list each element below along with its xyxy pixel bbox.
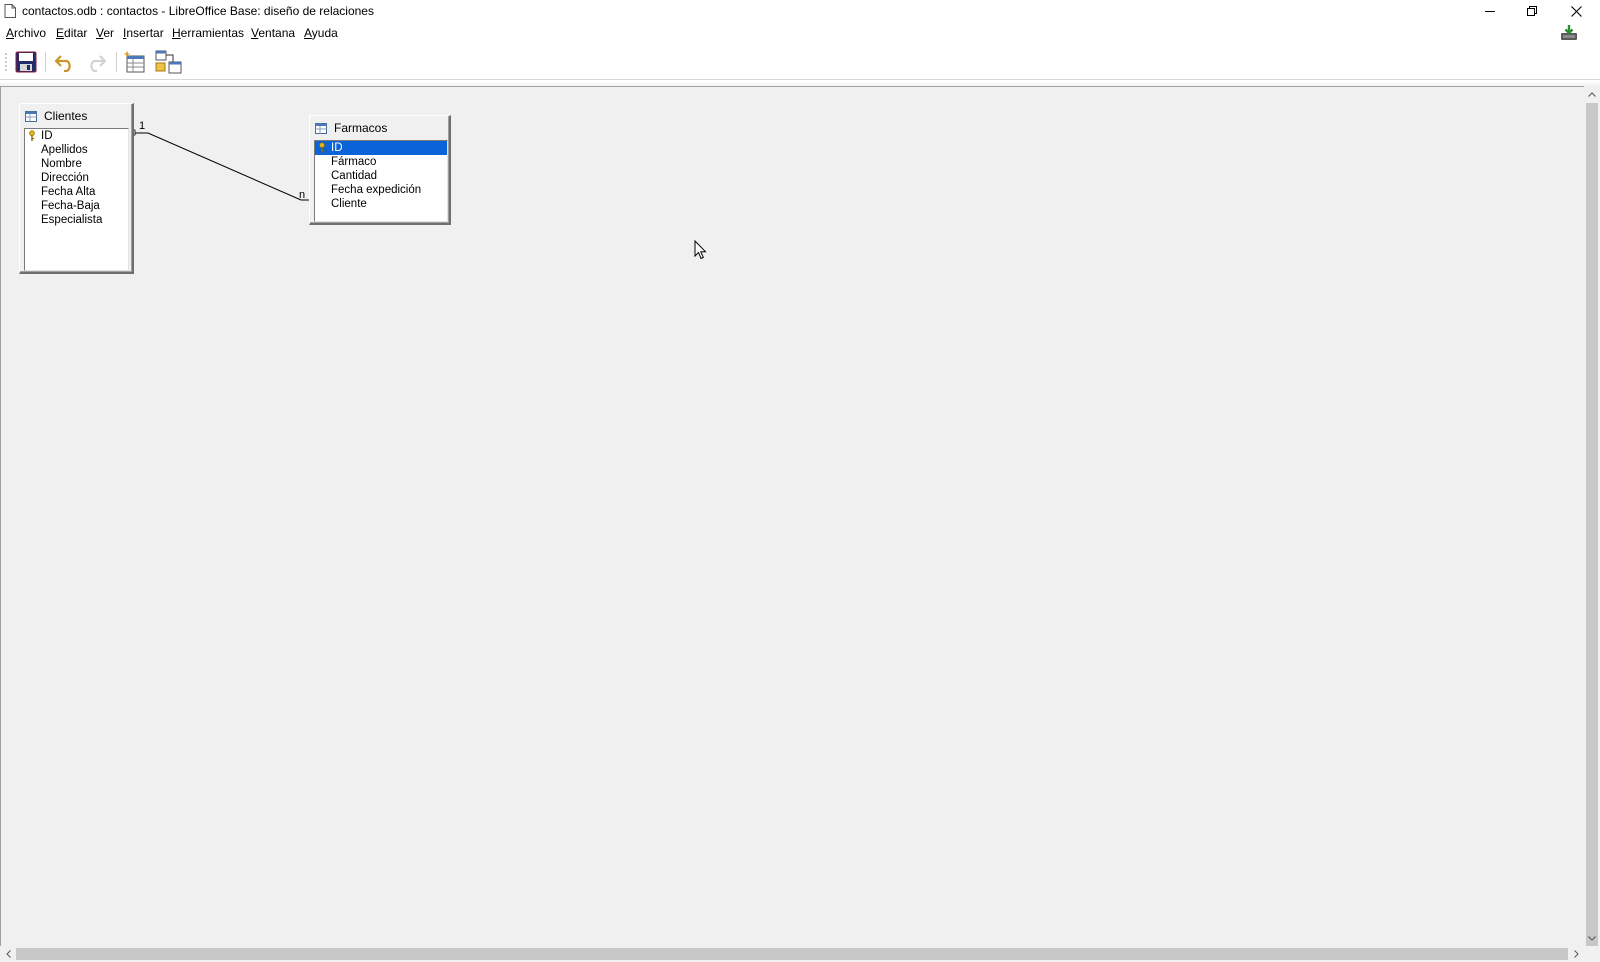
table-icon: [315, 122, 327, 134]
relation-cardinality-one: 1: [139, 120, 146, 132]
chevron-right-icon: [1573, 950, 1579, 958]
title-bar: contactos.odb : contactos - LibreOffice …: [0, 0, 1600, 22]
restore-button[interactable]: [1510, 0, 1554, 22]
menu-archivo[interactable]: Archivo: [6, 26, 46, 40]
field-list[interactable]: ID Apellidos Nombre Dirección Fecha Alta…: [24, 128, 129, 271]
field-cantidad[interactable]: Cantidad: [315, 169, 447, 183]
table-window-farmacos[interactable]: Farmacos ID Fármaco Cantidad Fecha exped…: [309, 115, 451, 225]
toolbar: [0, 44, 1600, 80]
field-direccion[interactable]: Dirección: [25, 171, 128, 185]
new-relation-icon: [155, 50, 182, 74]
relations-design-canvas[interactable]: 1 n Clientes ID Apellidos Nombre Direcci…: [0, 86, 1584, 946]
window-title: contactos.odb : contactos - LibreOffice …: [22, 4, 374, 18]
menu-herramientas[interactable]: Herramientas: [172, 26, 244, 40]
chevron-left-icon: [5, 950, 11, 958]
field-especialista[interactable]: Especialista: [25, 213, 128, 227]
menu-ayuda[interactable]: Ayuda: [304, 26, 338, 40]
toolbar-separator: [45, 52, 46, 72]
add-tables-icon: [123, 51, 145, 73]
horizontal-scrollbar[interactable]: [0, 946, 1584, 962]
table-name: Clientes: [44, 109, 88, 123]
field-fecha-baja[interactable]: Fecha-Baja: [25, 199, 128, 213]
table-window-title[interactable]: Clientes: [25, 108, 87, 124]
redo-button[interactable]: [82, 48, 110, 76]
vertical-scroll-thumb[interactable]: [1586, 103, 1598, 949]
update-available-icon[interactable]: [1560, 24, 1578, 42]
save-icon: [15, 51, 37, 73]
primary-key-icon: [319, 142, 325, 153]
menu-editar[interactable]: Editar: [56, 26, 87, 40]
toolbar-grip[interactable]: [5, 52, 7, 72]
menu-ventana[interactable]: Ventana: [251, 26, 295, 40]
field-farmaco[interactable]: Fármaco: [315, 155, 447, 169]
scroll-right-button[interactable]: [1568, 946, 1584, 962]
field-fecha-alta[interactable]: Fecha Alta: [25, 185, 128, 199]
scroll-left-button[interactable]: [0, 946, 16, 962]
table-window-clientes[interactable]: Clientes ID Apellidos Nombre Dirección F…: [19, 103, 134, 274]
scroll-down-button[interactable]: [1584, 930, 1600, 946]
toolbar-separator: [116, 52, 117, 72]
field-fecha-expedicion[interactable]: Fecha expedición: [315, 183, 447, 197]
document-icon: [4, 4, 16, 18]
scrollbar-corner: [1584, 946, 1600, 962]
close-icon: [1570, 5, 1582, 17]
chevron-down-icon: [1588, 935, 1596, 941]
field-apellidos[interactable]: Apellidos: [25, 143, 128, 157]
menu-insertar[interactable]: Insertar: [123, 26, 164, 40]
minimize-button[interactable]: [1468, 0, 1512, 22]
new-relation-button[interactable]: [154, 48, 182, 76]
save-button[interactable]: [12, 48, 40, 76]
close-button[interactable]: [1554, 0, 1598, 22]
relation-cardinality-many: n: [299, 189, 306, 201]
menu-ver[interactable]: Ver: [96, 26, 114, 40]
undo-button[interactable]: [51, 48, 79, 76]
horizontal-scroll-thumb[interactable]: [16, 948, 1568, 960]
field-id[interactable]: ID: [25, 129, 128, 143]
table-name: Farmacos: [334, 121, 388, 135]
table-icon: [25, 110, 37, 122]
scroll-up-button[interactable]: [1584, 86, 1600, 102]
table-window-title[interactable]: Farmacos: [315, 120, 387, 136]
redo-icon: [90, 55, 107, 72]
chevron-up-icon: [1588, 91, 1596, 97]
field-id[interactable]: ID: [315, 141, 447, 155]
undo-icon: [54, 55, 71, 72]
field-list[interactable]: ID Fármaco Cantidad Fecha expedición Cli…: [314, 140, 448, 222]
field-nombre[interactable]: Nombre: [25, 157, 128, 171]
primary-key-icon: [29, 130, 35, 141]
minimize-icon: [1485, 11, 1495, 12]
restore-icon: [1527, 6, 1537, 16]
add-tables-button[interactable]: [121, 48, 149, 76]
relation-line[interactable]: [1, 87, 1585, 947]
field-cliente[interactable]: Cliente: [315, 197, 447, 211]
menu-bar: Archivo Editar Ver Insertar Herramientas…: [0, 23, 1600, 43]
mouse-cursor-icon: [694, 240, 707, 260]
vertical-scrollbar[interactable]: [1584, 86, 1600, 949]
